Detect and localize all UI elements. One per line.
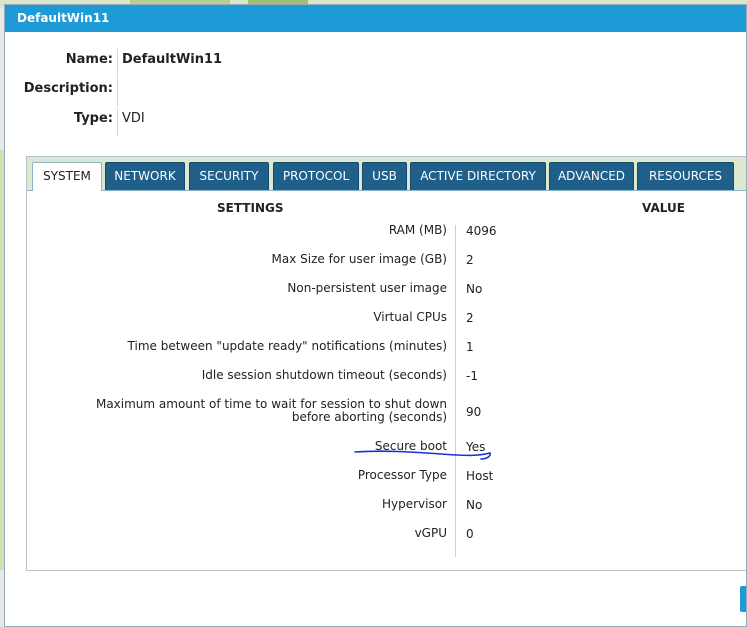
dialog-title: DefaultWin11 <box>5 5 746 32</box>
setting-name: Hypervisor <box>381 497 447 511</box>
info-value: DefaultWin11 <box>122 52 223 67</box>
tab-system[interactable]: SYSTEM <box>32 162 102 191</box>
setting-value: 2 <box>466 311 474 325</box>
setting-name: Maximum amount of time to wait for sessi… <box>95 397 447 424</box>
tab-active-directory[interactable]: ACTIVE DIRECTORY <box>410 162 546 190</box>
setting-name: RAM (MB) <box>388 223 447 237</box>
info-label: Type: <box>73 111 113 126</box>
setting-name: Non-persistent user image <box>287 281 447 295</box>
setting-value: Host <box>466 469 494 483</box>
setting-name: Virtual CPUs <box>373 310 447 324</box>
tab-usb[interactable]: USB <box>362 162 407 190</box>
settings-tabs-panel: SYSTEM NETWORK SECURITY PROTOCOL USB ACTIVE D… <box>26 156 746 571</box>
setting-value: 2 <box>466 253 474 267</box>
info-value: VDI <box>122 111 145 126</box>
tab-strip: SYSTEM NETWORK SECURITY PROTOCOL USB ACTIVE D… <box>27 157 746 191</box>
setting-value: 4096 <box>466 224 497 238</box>
settings-table: SETTINGS VALUE RAM (MB) 4096 Max Size for … <box>27 191 746 569</box>
setting-name: Max Size for user image (GB) <box>271 252 447 266</box>
tab-advanced[interactable]: ADVANCED <box>549 162 634 190</box>
tab-network[interactable]: NETWORK <box>105 162 185 190</box>
setting-value: No <box>466 498 483 512</box>
setting-value: No <box>466 282 483 296</box>
setting-name: vGPU <box>414 526 447 540</box>
info-label: Name: <box>65 52 113 67</box>
setting-name: Time between "update ready" notification… <box>127 339 447 353</box>
column-divider <box>455 225 456 557</box>
tab-security[interactable]: SECURITY <box>189 162 269 190</box>
setting-name: Secure boot <box>374 439 447 453</box>
vm-details-dialog: DefaultWin11 Name: DefaultWin11 Descriptio… <box>4 4 747 627</box>
value-column-header: VALUE <box>642 201 685 215</box>
setting-value: 90 <box>466 405 482 419</box>
info-divider <box>117 49 118 77</box>
info-row-name: Name: DefaultWin11 <box>5 49 605 77</box>
setting-value: 0 <box>466 527 474 541</box>
info-label: Description: <box>23 81 113 96</box>
tab-resources[interactable]: RESOURCES <box>637 162 734 190</box>
tab-protocol[interactable]: PROTOCOL <box>273 162 359 190</box>
setting-value: -1 <box>466 369 478 383</box>
setting-value: Yes <box>466 440 486 454</box>
setting-name: Processor Type <box>357 468 447 482</box>
settings-column-header: SETTINGS <box>217 201 284 215</box>
setting-name: Idle session shutdown timeout (seconds) <box>201 368 447 382</box>
info-row-type: Type: VDI <box>5 108 605 136</box>
info-divider <box>117 108 118 136</box>
info-row-description: Description: <box>5 78 605 106</box>
setting-value: 1 <box>466 340 474 354</box>
info-divider <box>117 78 118 106</box>
dialog-action-button-edge[interactable] <box>740 586 746 612</box>
